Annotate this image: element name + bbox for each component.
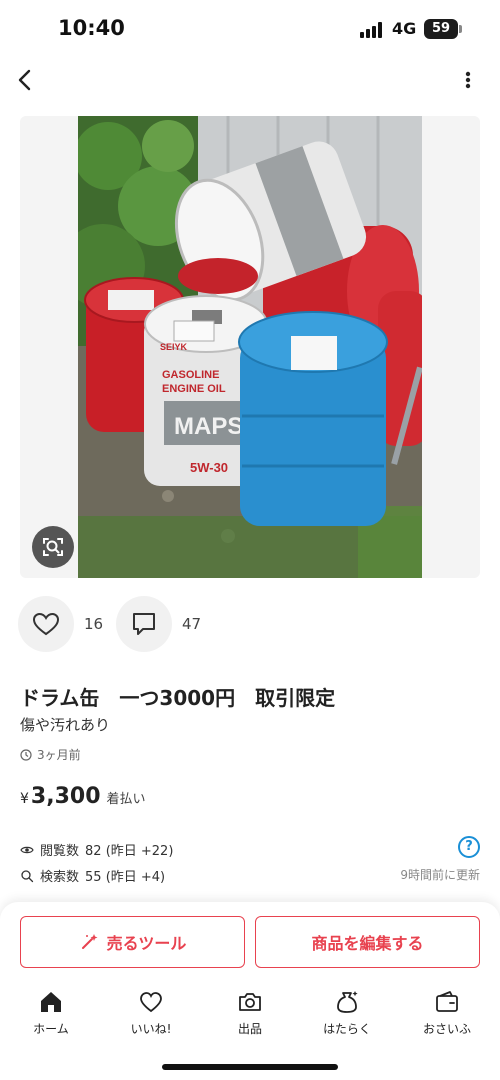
- item-description: 傷や汚れあり: [20, 716, 111, 734]
- drum-label-line1: GASOLINE: [162, 369, 219, 381]
- likes-count: 16: [84, 615, 104, 633]
- home-icon: [41, 992, 61, 1012]
- sell-tool-button[interactable]: 売るツール: [20, 916, 245, 968]
- more-vertical-icon: [465, 71, 471, 89]
- tab-wallet[interactable]: おさいふ: [402, 988, 492, 1048]
- edit-item-label: 商品を編集する: [311, 934, 424, 953]
- battery-icon: 59: [424, 19, 458, 39]
- item-title: ドラム缶 一つ3000円 取引限定: [20, 686, 336, 710]
- tab-sell[interactable]: 出品: [205, 988, 295, 1048]
- tab-work-label: はたらく: [323, 1022, 371, 1036]
- signal-icon: [360, 22, 384, 38]
- wallet-icon: [436, 991, 458, 1012]
- price-amount: 3,300: [30, 784, 101, 809]
- searches-stat: 検索数 55 (昨日 +4): [20, 866, 165, 885]
- views-value: 82 (昨日 +22): [85, 844, 174, 859]
- sell-tool-label: 売るツール: [106, 934, 187, 953]
- status-time: 10:40: [58, 16, 125, 40]
- comment-button[interactable]: [116, 596, 172, 652]
- help-icon[interactable]: ?: [458, 836, 480, 858]
- bag-icon: [337, 991, 358, 1013]
- drum-label-maker: SEIYK: [160, 342, 188, 352]
- heart-icon: [140, 992, 162, 1013]
- searches-label: 検索数: [40, 870, 80, 885]
- tab-likes-label: いいね!: [130, 1022, 172, 1036]
- searches-value: 55 (昨日 +4): [85, 870, 166, 885]
- item-photo: GASOLINE ENGINE OIL MAPS 5W-30 SEIYK: [78, 116, 422, 578]
- tab-work[interactable]: はたらく: [302, 988, 392, 1048]
- tab-home-label: ホーム: [33, 1022, 69, 1036]
- back-button[interactable]: [10, 64, 42, 96]
- image-search-button[interactable]: [32, 526, 74, 568]
- image-scan-icon: [43, 538, 63, 556]
- battery-cap: [459, 25, 462, 33]
- posted-time: 3ヶ月前: [20, 746, 81, 763]
- posted-time-text: 3ヶ月前: [37, 748, 81, 762]
- shipping-method: 着払い: [106, 792, 146, 807]
- updated-time: 9時間前に更新: [400, 868, 480, 882]
- drum-label-line2: ENGINE OIL: [162, 383, 226, 395]
- heart-icon: [32, 612, 60, 636]
- more-button[interactable]: [454, 64, 482, 96]
- eye-icon: [20, 846, 34, 853]
- chevron-left-icon: [18, 69, 31, 91]
- comment-icon: [133, 613, 155, 635]
- comments-count: 47: [182, 615, 202, 633]
- status-bar: 10:40 4G 59: [0, 0, 500, 60]
- item-price: ¥ 3,300 着払い: [20, 784, 146, 809]
- camera-icon: [239, 993, 261, 1011]
- network-type: 4G: [392, 19, 417, 38]
- drum-label-grade: 5W-30: [190, 460, 228, 475]
- views-stat: 閲覧数 82 (昨日 +22): [20, 840, 173, 859]
- home-indicator: [162, 1064, 338, 1070]
- tab-likes[interactable]: いいね!: [106, 988, 196, 1048]
- item-photo-frame[interactable]: GASOLINE ENGINE OIL MAPS 5W-30 SEIYK: [20, 116, 480, 578]
- drum-label-brand: MAPS: [174, 413, 243, 440]
- magic-wand-icon: [81, 934, 98, 949]
- price-currency: ¥: [20, 791, 29, 807]
- edit-item-button[interactable]: 商品を編集する: [255, 916, 480, 968]
- views-label: 閲覧数: [40, 844, 80, 859]
- tab-home[interactable]: ホーム: [6, 988, 96, 1048]
- tab-wallet-label: おさいふ: [422, 1022, 471, 1036]
- clock-icon: [20, 748, 32, 761]
- search-icon: [21, 869, 34, 882]
- tab-sell-label: 出品: [237, 1022, 262, 1036]
- like-button[interactable]: [18, 596, 74, 652]
